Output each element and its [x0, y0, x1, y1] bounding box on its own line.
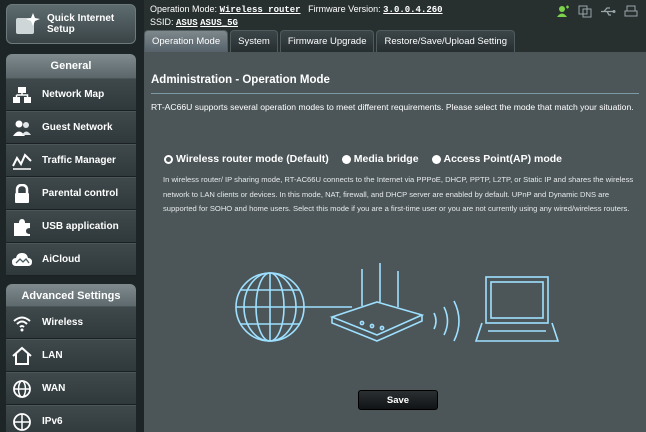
sidebar-item-label: Traffic Manager: [42, 155, 116, 166]
quick-internet-setup-button[interactable]: Quick Internet Setup: [6, 4, 136, 44]
sidebar-item-usb-application[interactable]: USB application: [6, 210, 136, 243]
sidebar-item-aicloud[interactable]: AiCloud: [6, 243, 136, 276]
traffic-manager-icon: [10, 150, 34, 172]
home-icon: [10, 345, 34, 367]
wireless-waves-icon: [433, 300, 460, 342]
sidebar-item-traffic-manager[interactable]: Traffic Manager: [6, 144, 136, 177]
sidebar-item-guest-network[interactable]: Guest Network: [6, 111, 136, 144]
radio-access-point[interactable]: [431, 154, 441, 164]
globe-icon: [10, 378, 34, 400]
firmware-version-link[interactable]: 3.0.0.4.260: [383, 5, 442, 15]
general-menu: Network Map Guest Network Traffic Manage…: [6, 78, 136, 276]
sidebar-item-label: WAN: [42, 383, 66, 394]
ipv6-globe-icon: [10, 411, 34, 432]
advanced-menu: Wireless LAN WAN IPv6: [6, 306, 136, 432]
sidebar-item-label: Wireless: [42, 317, 84, 328]
mode-label: Media bridge: [353, 153, 419, 165]
tab-system[interactable]: System: [230, 30, 278, 52]
mode-option-wireless-router[interactable]: Wireless router mode (Default): [164, 153, 329, 165]
status-icons: [556, 5, 638, 18]
advanced-settings-header: Advanced Settings: [6, 284, 136, 308]
general-header: General: [6, 54, 136, 78]
title-divider: [151, 93, 639, 94]
printer-status-icon[interactable]: [624, 5, 638, 18]
sidebar-item-label: LAN: [42, 350, 63, 361]
page-title: Administration - Operation Mode: [151, 74, 330, 86]
quick-setup-line1: Quick Internet: [47, 13, 115, 24]
tab-firmware-upgrade[interactable]: Firmware Upgrade: [279, 30, 375, 52]
wireless-router-mode-illustration: [235, 263, 560, 342]
content-panel: Administration - Operation Mode RT-AC66U…: [144, 52, 646, 432]
guest-network-icon: [10, 117, 34, 139]
sidebar-item-label: Parental control: [42, 188, 119, 199]
laptop-icon: [474, 276, 560, 342]
sidebar-item-label: Network Map: [42, 89, 105, 100]
puzzle-icon: [10, 216, 34, 238]
sidebar-item-wireless[interactable]: Wireless: [6, 306, 136, 339]
sidebar-item-parental-control[interactable]: Parental control: [6, 177, 136, 210]
ssid-5g: ASUS_5G: [200, 18, 238, 28]
quick-setup-icon: [16, 13, 40, 34]
ssid-label: SSID:: [150, 17, 174, 27]
tab-operation-mode[interactable]: Operation Mode: [144, 30, 229, 52]
intro-text: RT-AC66U supports several operation mode…: [151, 102, 634, 112]
mode-label: Access Point(AP) mode: [443, 153, 562, 165]
save-button[interactable]: Save: [358, 390, 438, 410]
wifi-icon: [10, 312, 34, 334]
tab-bar: Operation Mode System Firmware Upgrade R…: [144, 30, 516, 52]
ssid-2g: ASUS: [176, 18, 198, 28]
sidebar-item-label: IPv6: [42, 416, 63, 427]
quick-setup-line2: Setup: [47, 24, 75, 35]
sidebar-item-label: AiCloud: [42, 254, 81, 265]
copy-status-icon[interactable]: [578, 5, 592, 18]
sidebar: Quick Internet Setup General Network Map…: [0, 0, 144, 432]
mode-label: Wireless router mode (Default): [176, 153, 329, 165]
lock-icon: [10, 183, 34, 205]
sidebar-item-ipv6[interactable]: IPv6: [6, 405, 136, 432]
sidebar-item-label: Guest Network: [42, 122, 113, 133]
operation-mode-link[interactable]: Wireless router: [220, 5, 301, 15]
mode-option-media-bridge[interactable]: Media bridge: [341, 153, 419, 165]
cloud-icon: [10, 249, 34, 271]
radio-wireless-router[interactable]: [164, 154, 173, 164]
operation-mode-label: Operation Mode:: [150, 4, 218, 14]
network-map-icon: [10, 84, 34, 106]
mode-option-access-point[interactable]: Access Point(AP) mode: [431, 153, 562, 165]
router-icon: [329, 263, 425, 342]
sidebar-item-wan[interactable]: WAN: [6, 372, 136, 405]
operation-mode-options: Wireless router mode (Default) Media bri…: [164, 153, 562, 165]
sidebar-item-lan[interactable]: LAN: [6, 339, 136, 372]
sidebar-item-network-map[interactable]: Network Map: [6, 78, 136, 111]
tab-restore-save-upload[interactable]: Restore/Save/Upload Setting: [376, 30, 516, 52]
sidebar-item-label: USB application: [42, 221, 119, 232]
user-status-icon[interactable]: [556, 5, 570, 18]
router-info: Operation Mode: Wireless router Firmware…: [150, 3, 443, 29]
mode-description: In wireless router/ IP sharing mode, RT-…: [163, 175, 634, 213]
radio-media-bridge[interactable]: [341, 154, 351, 164]
internet-globe-icon: [235, 272, 305, 342]
usb-status-icon[interactable]: [600, 5, 616, 18]
firmware-label: Firmware Version:: [308, 4, 381, 14]
